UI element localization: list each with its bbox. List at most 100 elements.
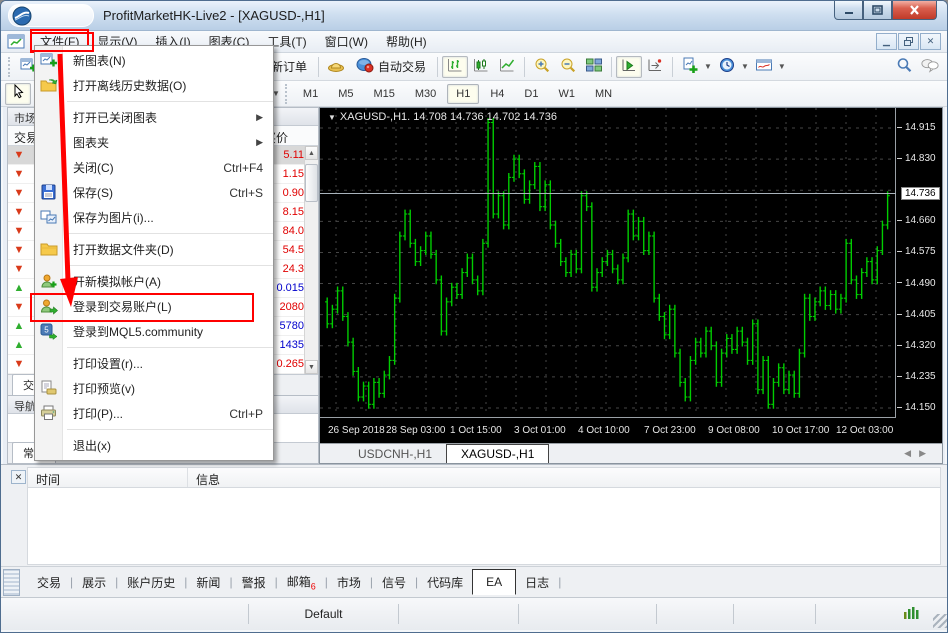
message-column-header[interactable]: 信息: [188, 468, 940, 487]
time-column-header[interactable]: 时间: [28, 468, 188, 487]
terminal-tab-新闻[interactable]: 新闻: [187, 570, 229, 595]
market-watch-scrollbar[interactable]: ▲ ▼: [304, 146, 318, 374]
terminal-tab-警报[interactable]: 警报: [233, 570, 275, 595]
toolbar-grip[interactable]: [8, 57, 13, 77]
menu-item-[interactable]: 图表夹▶: [35, 130, 273, 155]
mdi-minimize-button[interactable]: ▁: [876, 33, 897, 50]
candlestick-icon[interactable]: [468, 56, 494, 78]
templates-icon[interactable]: [751, 56, 777, 78]
menu-item-P[interactable]: 打印(P)...Ctrl+P: [35, 401, 273, 426]
timeframe-W1[interactable]: W1: [549, 84, 584, 104]
chat-icon[interactable]: [917, 56, 943, 78]
menu-item-label: 新图表(N): [73, 52, 263, 69]
time-tick-label: 3 Oct 01:00: [514, 425, 566, 436]
menu-item-[interactable]: 打开已关闭图表▶: [35, 105, 273, 130]
indicators-icon[interactable]: [677, 56, 703, 78]
indicators-icon-dropdown[interactable]: ▼: [704, 62, 712, 71]
chart-tab-USDCNHH1[interactable]: USDCNH-,H1: [344, 445, 446, 463]
price-down-icon: ▼: [8, 263, 30, 275]
periods-icon[interactable]: [714, 56, 740, 78]
menu-item-i[interactable]: 保存为图片(i)...: [35, 205, 273, 230]
zoom-in-icon[interactable]: [529, 56, 555, 78]
menu-item-O[interactable]: 打开离线历史数据(O): [35, 73, 273, 98]
terminal-tab-展示[interactable]: 展示: [73, 570, 115, 595]
menu-item-MQL5community[interactable]: 5登录到MQL5.community: [35, 319, 273, 344]
menu-item-r[interactable]: 打印设置(r)...: [35, 351, 273, 376]
scroll-up-arrow[interactable]: ▲: [305, 146, 318, 160]
line-chart-icon[interactable]: [494, 56, 520, 78]
timeframe-M30[interactable]: M30: [406, 84, 445, 104]
chart-window: ▼XAGUSD-,H1. 14.708 14.736 14.702 14.736…: [319, 107, 943, 464]
zoom-out-icon[interactable]: [555, 56, 581, 78]
scroll-thumb[interactable]: [305, 164, 318, 202]
close-button[interactable]: [892, 1, 937, 20]
menu-separator: [35, 98, 273, 105]
cursor-icon: [9, 84, 27, 103]
menu-item-label: 保存为图片(i)...: [73, 209, 263, 226]
terminal-tab-EA[interactable]: EA: [472, 569, 516, 595]
save-picture-icon: [40, 208, 58, 226]
mdi-window-controls: ▁ ✕: [876, 33, 941, 50]
chart-shift-icon[interactable]: [642, 56, 668, 78]
autotrade-button-label: 自动交易: [378, 58, 426, 75]
timeframe-MN[interactable]: MN: [586, 84, 621, 104]
search-icon[interactable]: [891, 56, 917, 78]
timeframe-M5[interactable]: M5: [329, 84, 362, 104]
bar-chart-icon[interactable]: [442, 56, 468, 78]
terminal-tab-代码库[interactable]: 代码库: [418, 570, 472, 595]
templates-icon-dropdown[interactable]: ▼: [778, 62, 786, 71]
terminal-tab-市场[interactable]: 市场: [328, 570, 370, 595]
terminal-tab-邮箱[interactable]: 邮箱6: [278, 569, 325, 595]
resize-grip[interactable]: [933, 614, 947, 628]
timeframe-D1[interactable]: D1: [515, 84, 547, 104]
chart-plot-area[interactable]: ▼XAGUSD-,H1. 14.708 14.736 14.702 14.736: [320, 108, 896, 418]
terminal-tab-信号[interactable]: 信号: [373, 570, 415, 595]
terminal-tab-账户历史[interactable]: 账户历史: [118, 570, 184, 595]
autotrade-button[interactable]: 自动交易: [349, 54, 433, 79]
menu-item-x[interactable]: 退出(x): [35, 433, 273, 458]
user-plus-icon: [40, 272, 58, 290]
menu-item-v[interactable]: 打印预览(v): [35, 376, 273, 401]
minimize-button[interactable]: [834, 1, 863, 20]
status-section: [519, 604, 657, 624]
time-tick-label: 7 Oct 23:00: [644, 425, 696, 436]
terminal-close-icon[interactable]: ✕: [11, 470, 26, 484]
timeframe-H4[interactable]: H4: [481, 84, 513, 104]
menu-item-D[interactable]: 打开数据文件夹(D): [35, 237, 273, 262]
window-title: ProfitMarketHK-Live2 - [XAGUSD-,H1]: [103, 8, 325, 23]
submenu-arrow-icon: ▶: [256, 137, 263, 148]
timeframe-M15[interactable]: M15: [364, 84, 403, 104]
chart-tab-bar: USDCNH-,H1XAGUSD-,H1 ◀▶: [320, 443, 942, 463]
timeframe-H1[interactable]: H1: [447, 84, 479, 104]
menu-item-shortcut: Ctrl+F4: [223, 161, 263, 175]
periods-icon-dropdown[interactable]: ▼: [741, 62, 749, 71]
chart-collapse-icon[interactable]: ▼: [328, 113, 336, 122]
current-price-badge: 14.736: [901, 187, 940, 200]
time-tick-label: 26 Sep 2018: [328, 425, 385, 436]
timeframe-M1[interactable]: M1: [294, 84, 327, 104]
time-axis[interactable]: 26 Sep 201828 Sep 03:001 Oct 15:003 Oct …: [320, 419, 942, 443]
terminal-tab-交易[interactable]: 交易: [28, 570, 70, 595]
menu-item-C[interactable]: 关闭(C)Ctrl+F4: [35, 155, 273, 180]
time-tick-label: 9 Oct 08:00: [708, 425, 760, 436]
restore-button[interactable]: [863, 1, 892, 20]
time-tick-label: 28 Sep 03:00: [386, 425, 446, 436]
cursor-icon[interactable]: [5, 83, 31, 105]
mdi-restore-button[interactable]: [898, 33, 919, 50]
chart-tab-XAGUSDH1[interactable]: XAGUSD-,H1: [446, 444, 549, 463]
menu-H[interactable]: 帮助(H): [377, 30, 436, 53]
menu-item-A[interactable]: 开新模拟帐户(A): [35, 269, 273, 294]
scroll-down-arrow[interactable]: ▼: [305, 360, 318, 374]
toolbar-grip[interactable]: [285, 84, 290, 104]
collapsed-panel-handle[interactable]: [3, 569, 20, 596]
ea-hat-icon[interactable]: [323, 56, 349, 78]
auto-scroll-icon[interactable]: [616, 56, 642, 78]
menu-W[interactable]: 窗口(W): [316, 30, 377, 53]
menu-separator: [35, 426, 273, 433]
chart-tab-scroll-arrows[interactable]: ◀▶: [904, 448, 934, 459]
menu-item-S[interactable]: 保存(S)Ctrl+S: [35, 180, 273, 205]
mdi-close-button[interactable]: ✕: [920, 33, 941, 50]
price-scale[interactable]: 14.91514.83014.66014.57514.49014.40514.3…: [897, 108, 943, 418]
terminal-tab-日志[interactable]: 日志: [516, 570, 558, 595]
tile-windows-icon[interactable]: [581, 56, 607, 78]
